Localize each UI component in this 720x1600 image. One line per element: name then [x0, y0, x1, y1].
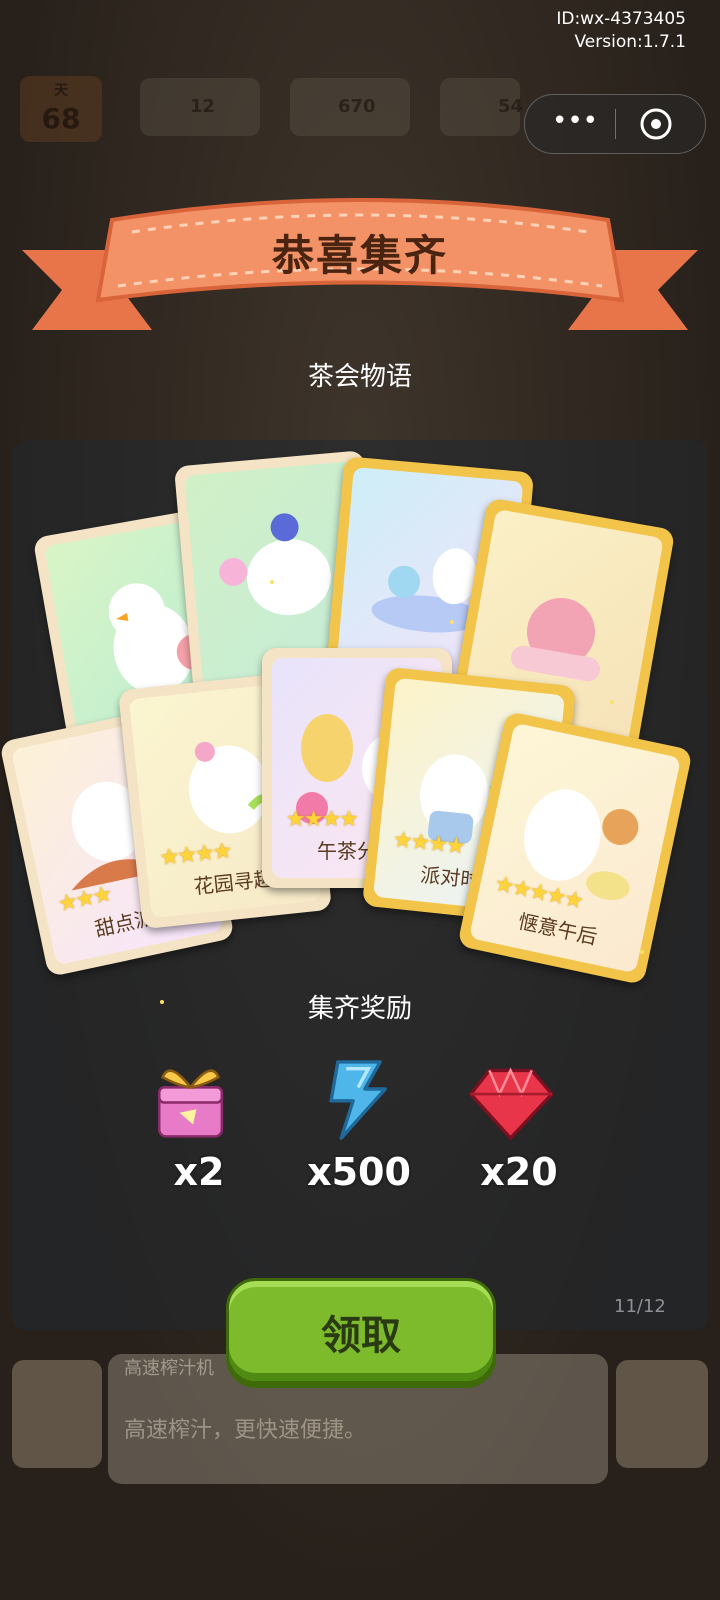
- reward-energy: x500: [294, 1050, 424, 1194]
- build-info: ID:wx-4373405 Version:1.7.1: [556, 8, 686, 54]
- user-id: ID:wx-4373405: [556, 9, 686, 29]
- sparkle: [610, 700, 614, 704]
- board-count: 11/12: [614, 1296, 666, 1317]
- hammer-tool-button: [12, 1360, 102, 1468]
- shop-button: [616, 1360, 708, 1468]
- item-info-desc: 高速榨汁，更快速便捷。: [124, 1418, 367, 1443]
- reward-gift: x2: [134, 1050, 264, 1194]
- energy-bolt-icon: [329, 1060, 387, 1140]
- sparkle: [450, 620, 454, 624]
- more-menu-icon[interactable]: •••: [545, 107, 605, 141]
- gift-box-icon: [157, 1069, 224, 1138]
- version: Version:1.7.1: [574, 32, 687, 52]
- reward-gem-amount: x20: [480, 1150, 558, 1194]
- popup-title: 恭喜集齐: [271, 231, 448, 280]
- rewards-label: 集齐奖励: [307, 994, 412, 1024]
- miniprogram-capsule: •••: [524, 94, 706, 154]
- card-stars: ★★★★: [286, 807, 359, 832]
- capsule-divider: [615, 109, 616, 139]
- claim-button-label: 领取: [321, 1313, 401, 1359]
- item-info-title: 高速榨汁机: [124, 1358, 214, 1379]
- reward-energy-amount: x500: [307, 1150, 411, 1194]
- sparkle: [640, 950, 644, 954]
- collection-name: 茶会物语: [307, 362, 412, 392]
- claim-button[interactable]: 领取: [226, 1278, 496, 1384]
- sparkle: [270, 580, 274, 584]
- reward-gem: x20: [454, 1050, 584, 1194]
- reward-gift-amount: x2: [173, 1150, 225, 1194]
- close-target-icon[interactable]: [637, 105, 675, 143]
- ruby-gem-icon: [469, 1067, 554, 1140]
